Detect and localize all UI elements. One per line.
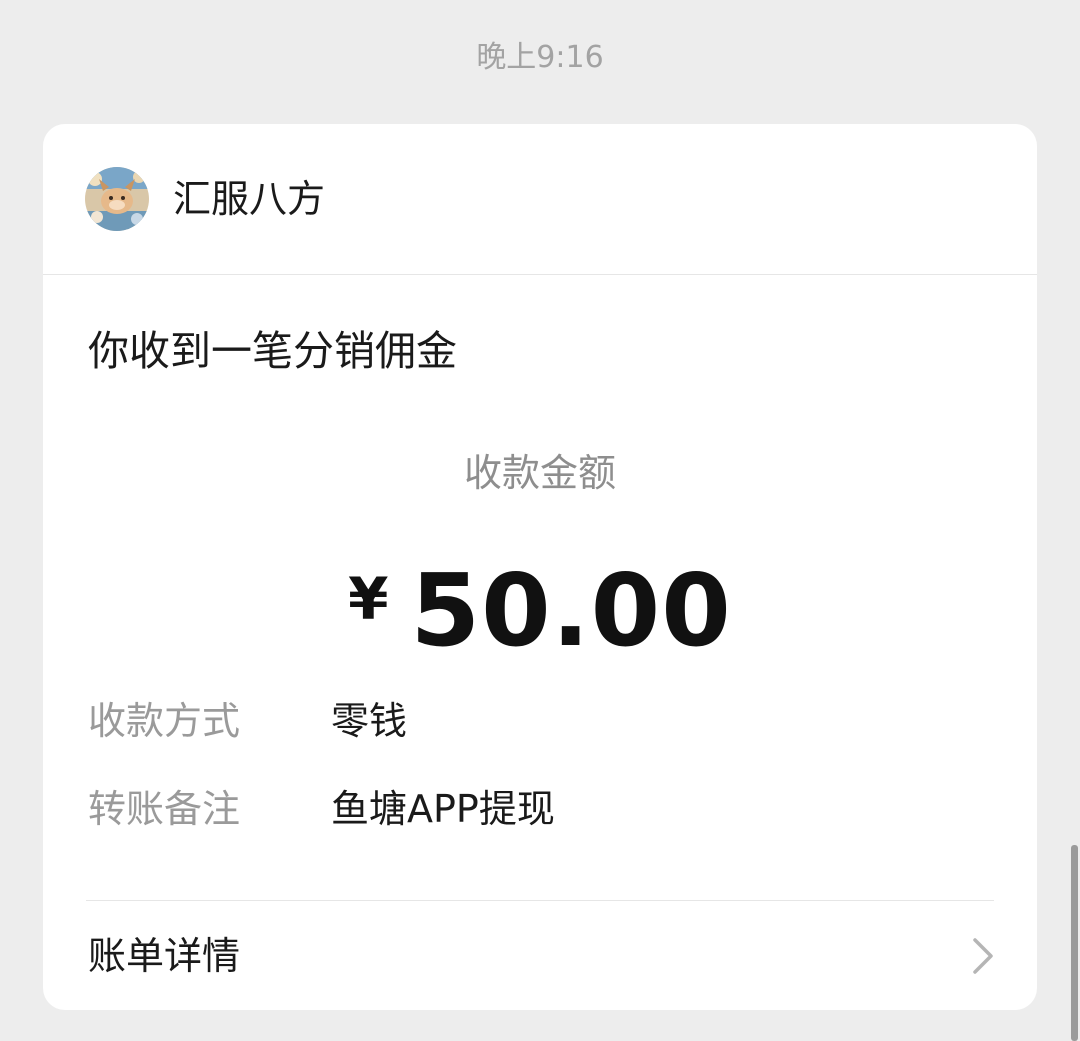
payment-method-value: 零钱 xyxy=(331,699,408,743)
amount-label: 收款金额 xyxy=(463,451,616,495)
bill-details-link[interactable]: 账单详情 xyxy=(43,901,1037,1010)
notification-title: 你收到一笔分销佣金 xyxy=(88,327,457,375)
transfer-note-label: 转账备注 xyxy=(88,787,241,831)
sender-name[interactable]: 汇服八方 xyxy=(173,176,325,222)
message-timestamp: 晚上9:16 xyxy=(476,40,604,75)
bill-details-label: 账单详情 xyxy=(88,934,241,978)
transfer-note-value: 鱼塘APP提现 xyxy=(331,787,555,831)
scrollbar[interactable] xyxy=(1071,845,1078,1041)
chevron-right-icon xyxy=(973,938,993,974)
payment-method-label: 收款方式 xyxy=(88,699,241,743)
payment-notification-card[interactable]: 汇服八方 你收到一笔分销佣金 收款金额 ¥50.00 收款方式 零钱 转账备注 … xyxy=(43,124,1037,1010)
sender-avatar[interactable] xyxy=(85,167,149,231)
card-header[interactable]: 汇服八方 xyxy=(43,124,1037,275)
amount-display: ¥50.00 xyxy=(43,552,1037,669)
cartoon-avatar-icon xyxy=(85,167,149,231)
currency-symbol: ¥ xyxy=(348,565,389,633)
amount-value: 50.00 xyxy=(410,552,732,669)
